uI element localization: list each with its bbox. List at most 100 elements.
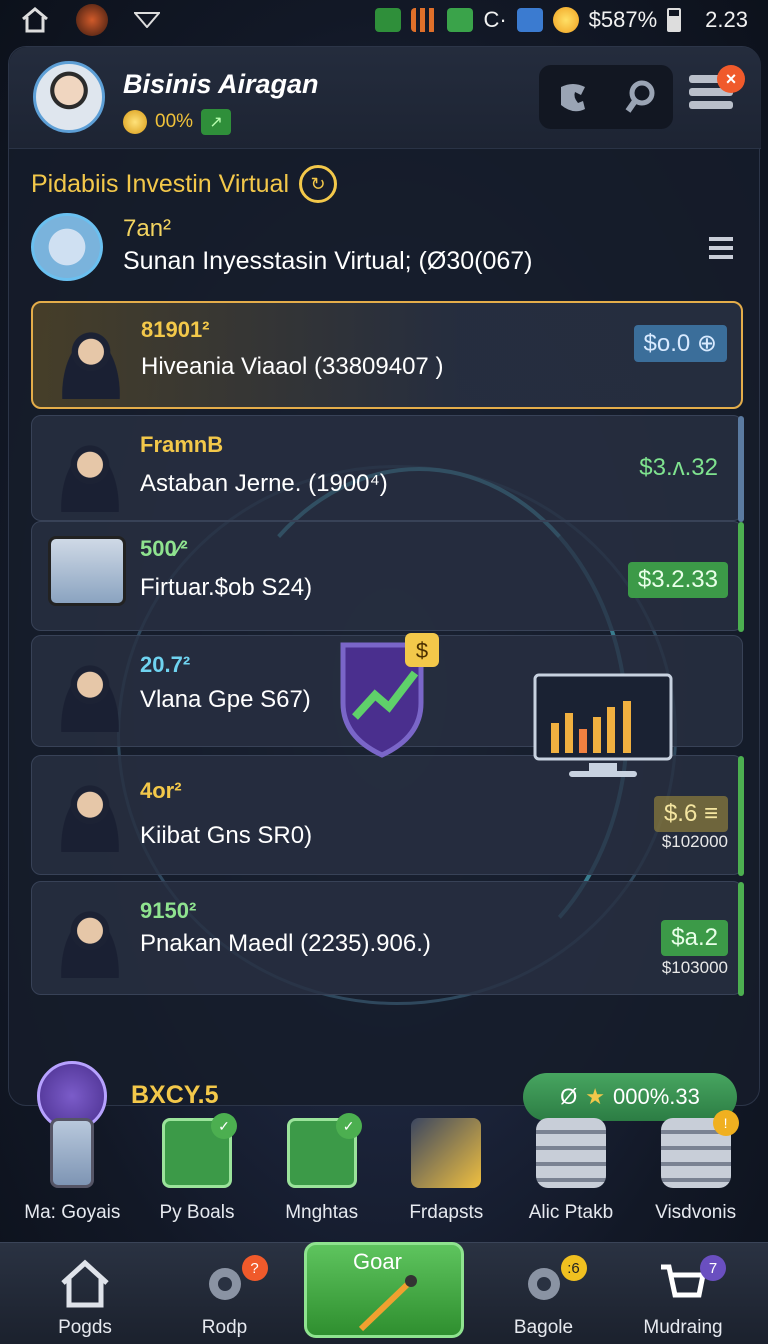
avatar[interactable]: [33, 61, 105, 133]
nav-label: Mudraing: [643, 1317, 723, 1338]
row-name: Astaban Jerne. (1900⁴): [140, 470, 388, 497]
close-icon[interactable]: ×: [717, 65, 745, 93]
plus-status-icon: [447, 8, 474, 32]
portfolio-label: BXCY.5: [131, 1081, 219, 1109]
nav-badge: ?: [241, 1255, 268, 1281]
chart-status-icon: [375, 8, 402, 32]
stack-icon: [535, 1118, 606, 1188]
row-value-text: $o.0: [643, 330, 691, 357]
row-number: 4or²: [140, 778, 182, 803]
battery-icon: [667, 8, 682, 32]
coin-value: 00%: [155, 111, 194, 132]
nav-label: Rodp: [201, 1317, 248, 1338]
row-value: $a.2: [661, 920, 728, 956]
home-icon: [61, 1259, 109, 1308]
tool-alerts[interactable]: Alic Ptakb: [510, 1118, 632, 1242]
nav-settings[interactable]: ? Rodp: [160, 1243, 290, 1344]
network-status-icon: [516, 8, 543, 32]
battery-percent: $587%: [588, 7, 658, 32]
shield-chart-icon: $: [340, 633, 439, 758]
row-value: $.6 ≡: [653, 796, 728, 832]
avatar: [48, 646, 132, 732]
nav-badge: :6: [560, 1255, 587, 1281]
avatar: [48, 426, 132, 512]
list-menu-icon[interactable]: [709, 237, 733, 264]
tool-calculator[interactable]: Ma: Goyais: [11, 1118, 133, 1242]
row-name: Firtuar.$ob S24): [140, 574, 313, 601]
portfolio-pill[interactable]: Ø ★ 000%.33: [523, 1073, 737, 1121]
row-number: 81901²: [141, 317, 210, 342]
bars-status-icon: [411, 8, 438, 32]
row-edge: [738, 416, 744, 522]
goals-icon: ✓: [161, 1113, 237, 1188]
tool-insights[interactable]: ✓ Mnghtas: [261, 1113, 383, 1242]
tool-label: Ma: Goyais: [24, 1202, 121, 1223]
row-value: $3.2.33: [627, 562, 728, 598]
leaf-icon: Ø: [560, 1084, 578, 1109]
summary-card[interactable]: 7an² Sunan Inyesstasin Virtual; (Ø30(067…: [31, 209, 741, 291]
tool-label: Mnghtas: [285, 1202, 359, 1223]
row-value[interactable]: $o.0 ⊕: [633, 325, 727, 362]
row-name: Vlana Gpe S67): [140, 686, 311, 713]
laptop-icon: [31, 213, 103, 281]
tool-label: Visdvonis: [655, 1202, 737, 1223]
nav-center-button[interactable]: Goar: [304, 1242, 464, 1338]
section-title-text: Pidabiis Investin Virtual: [31, 169, 290, 198]
avatar: [48, 892, 132, 978]
summary-top: 7an²: [123, 215, 172, 242]
refresh-icon[interactable]: ↻: [299, 165, 338, 203]
plus-icon: ⊕: [696, 330, 717, 357]
row-edge: [738, 882, 744, 996]
device-icon: [48, 536, 126, 606]
nav-label: Pogds: [58, 1317, 112, 1338]
list-item[interactable]: 9150² Pnakan Maedl (2235).906.) $a.2 $10…: [31, 881, 744, 996]
monitor-chart-icon: [533, 673, 673, 777]
check-badge-icon: ✓: [210, 1113, 237, 1139]
nav-bagole[interactable]: :6 Bagole: [479, 1243, 609, 1344]
header-actions: [539, 65, 673, 129]
summary-label: Sunan Inyesstasin Virtual; (Ø30(067): [123, 247, 533, 275]
row-value-text: $.6: [663, 800, 698, 827]
tool-strip: Ma: Goyais ✓ Py Boals ✓ Mnghtas Frdapsts…: [0, 1110, 768, 1242]
tool-label: Alic Ptakb: [528, 1202, 614, 1223]
app-screen: C· $587% 2.23 Bisinis Airagan 00% ↗ × Pi…: [0, 0, 768, 1344]
list-item[interactable]: FramnB Astaban Jerne. (1900⁴) $3.ʌ.32: [31, 415, 744, 522]
svg-text:$: $: [416, 638, 428, 663]
nav-trading[interactable]: 7 Mudraing: [618, 1243, 748, 1344]
profile-header: Bisinis Airagan 00% ↗ ×: [9, 47, 761, 149]
avatar: [49, 313, 133, 399]
main-panel: Bisinis Airagan 00% ↗ × Pidabiis Investi…: [8, 46, 761, 1131]
check-badge-icon: ✓: [335, 1113, 362, 1139]
nav-label: Bagole: [513, 1317, 574, 1338]
phone-icon[interactable]: [553, 77, 593, 117]
insights-icon: ✓: [286, 1113, 362, 1188]
alert-badge-icon: !: [712, 1110, 739, 1136]
home-icon: [22, 7, 48, 33]
search-icon[interactable]: [620, 77, 660, 117]
row-number: 500⁄²: [140, 536, 188, 561]
star-icon: ★: [585, 1084, 605, 1109]
list-item[interactable]: 500⁄² Firtuar.$ob S24) $3.2.33: [31, 521, 744, 632]
nav-home[interactable]: Pogds: [20, 1243, 150, 1344]
calculator-icon: [50, 1118, 95, 1188]
profile-name: Bisinis Airagan: [123, 69, 319, 99]
avatar: [48, 766, 132, 852]
nav-badge: 7: [700, 1255, 726, 1281]
nav-center-label: Goar: [353, 1249, 402, 1274]
row-edge: [738, 756, 744, 876]
row-sub: $103000: [661, 958, 728, 977]
tool-deposits[interactable]: Frdapsts: [385, 1118, 507, 1242]
tool-goals[interactable]: ✓ Py Boals: [136, 1113, 258, 1242]
row-edge: [738, 522, 744, 632]
status-misc-text: C·: [483, 7, 507, 32]
list-item[interactable]: 81901² Hiveania Viaaol (33809407 ) $o.0 …: [31, 301, 743, 409]
deposit-icon: [411, 1118, 482, 1188]
row-number: 9150²: [140, 898, 197, 923]
coin-icon: [123, 110, 147, 134]
tool-visions[interactable]: ! Visdvonis: [635, 1110, 757, 1242]
compass-icon: [358, 1275, 417, 1332]
row-sub: $102000: [661, 832, 728, 851]
server-icon: !: [660, 1110, 739, 1188]
signal-icon: [134, 12, 160, 28]
row-number: 20.7²: [140, 652, 191, 677]
